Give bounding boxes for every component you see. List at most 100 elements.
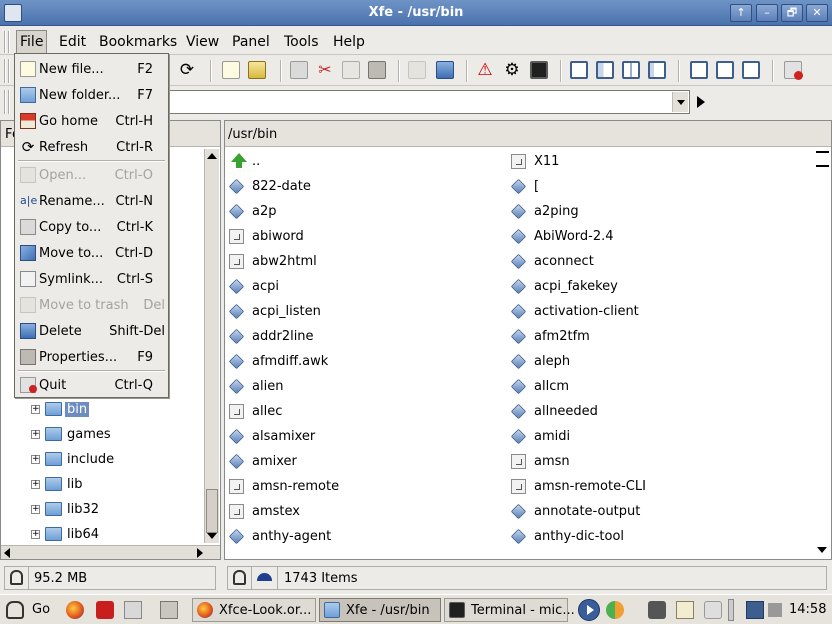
shade-button[interactable]: ↑ — [730, 4, 752, 22]
menu-view[interactable]: View — [186, 34, 219, 50]
menu-quit[interactable]: Quit Ctrl-Q — [17, 372, 167, 398]
menu-move-to-trash[interactable]: Move to trash Del — [17, 292, 167, 318]
menu-help[interactable]: Help — [333, 34, 365, 50]
executable-file-icon — [228, 428, 245, 445]
copy-toolbar-icon[interactable] — [290, 61, 308, 79]
trash-toolbar-icon[interactable] — [408, 61, 426, 79]
trash-icon — [20, 297, 36, 313]
close-button[interactable]: ✕ — [806, 4, 828, 22]
paste-toolbar-icon[interactable] — [342, 61, 360, 79]
firefox-launcher-icon[interactable] — [66, 601, 84, 619]
move-icon — [20, 245, 36, 261]
one-panel-toolbar-icon[interactable] — [570, 61, 588, 79]
expand-icon[interactable]: + — [31, 505, 40, 514]
location-dropdown-button[interactable] — [672, 92, 688, 112]
show-desktop-icon[interactable] — [160, 601, 178, 619]
executable-file-icon — [228, 453, 245, 470]
menu-symlink[interactable]: Symlink... Ctrl-S — [17, 266, 167, 292]
menu-go-home[interactable]: Go home Ctrl-H — [17, 108, 167, 134]
menu-delete[interactable]: Delete Shift-Del — [17, 318, 167, 344]
executable-file-icon — [510, 403, 527, 420]
printer-launcher-icon[interactable] — [124, 601, 142, 619]
task-xfe[interactable]: Xfe - /usr/bin — [319, 598, 441, 622]
terminal-toolbar-icon[interactable] — [530, 61, 548, 79]
battery-icon[interactable] — [768, 603, 782, 617]
mail-icon[interactable] — [704, 601, 722, 619]
executable-file-icon — [510, 378, 527, 395]
big-icons-toolbar-icon[interactable] — [690, 61, 708, 79]
toolbar-grip[interactable] — [4, 59, 10, 83]
taskbar: Go Xfce-Look.or... Xfe - /usr/bin Termin… — [0, 594, 832, 624]
menu-new-file[interactable]: New file... F2 — [17, 56, 167, 82]
penguin-icon — [10, 570, 23, 585]
menu-file[interactable]: File — [16, 30, 48, 54]
network-icon[interactable] — [746, 601, 764, 619]
two-panels-toolbar-icon[interactable] — [622, 61, 640, 79]
xfce-menu-icon[interactable] — [6, 601, 24, 619]
details-toolbar-icon[interactable] — [742, 61, 760, 79]
file-list-vertical-scrollbar[interactable] — [815, 149, 830, 559]
locationbar-grip[interactable] — [4, 90, 10, 114]
menu-bookmarks[interactable]: Bookmarks — [99, 34, 177, 50]
expand-icon[interactable]: + — [31, 480, 40, 489]
tree-scroll-thumb[interactable] — [206, 489, 218, 533]
menu-tools[interactable]: Tools — [284, 34, 319, 50]
menu-refresh[interactable]: ⟳ Refresh Ctrl-R — [17, 134, 167, 160]
acrobat-launcher-icon[interactable] — [96, 601, 114, 619]
messenger-icon[interactable] — [606, 601, 624, 619]
camera-icon[interactable] — [648, 601, 666, 619]
cut-toolbar-icon[interactable]: ✂ — [316, 61, 334, 79]
menu-move-to[interactable]: Move to... Ctrl-D — [17, 240, 167, 266]
file-name: afm2tfm — [534, 329, 590, 344]
tree-panel-toolbar-icon[interactable] — [596, 61, 614, 79]
small-icons-toolbar-icon[interactable] — [716, 61, 734, 79]
expand-icon[interactable]: + — [31, 455, 40, 464]
properties-toolbar-icon[interactable] — [368, 61, 386, 79]
menu-rename[interactable]: a|e Rename... Ctrl-N — [17, 188, 167, 214]
folder-icon — [324, 602, 340, 618]
file-name: acpi — [252, 279, 279, 294]
quit-toolbar-icon[interactable] — [784, 61, 803, 80]
menubar-grip[interactable] — [4, 31, 10, 53]
window-title: Xfe - /usr/bin — [368, 5, 464, 20]
menu-edit[interactable]: Edit — [59, 34, 86, 50]
new-file-toolbar-icon[interactable] — [222, 61, 240, 79]
file-list-panel: /usr/bin .. X11 822-date [a2p a2ping abiword A… — [224, 120, 832, 560]
volume-slider-icon[interactable] — [728, 599, 734, 621]
maximize-button[interactable]: 🗗 — [781, 4, 803, 22]
tree-two-panels-toolbar-icon[interactable] — [648, 61, 666, 79]
minimize-button[interactable]: – — [756, 4, 778, 22]
status-bar-right: 1743 Items — [227, 566, 827, 590]
file-name: aconnect — [534, 254, 594, 269]
location-input[interactable] — [160, 90, 690, 114]
delete-toolbar-icon[interactable] — [436, 61, 454, 79]
terminal-icon — [449, 602, 465, 618]
menu-new-folder[interactable]: New folder... F7 — [17, 82, 167, 108]
expand-icon[interactable]: + — [31, 530, 40, 539]
refresh-toolbar-icon[interactable]: ⟳ — [178, 61, 196, 79]
warning-toolbar-icon[interactable]: ⚠ — [476, 61, 494, 79]
menu-open[interactable]: Open... Ctrl-O — [17, 162, 167, 188]
expand-icon[interactable]: + — [31, 430, 40, 439]
tree-vertical-scrollbar[interactable] — [204, 149, 219, 543]
task-terminal[interactable]: Terminal - mic... — [444, 598, 575, 622]
settings-toolbar-icon[interactable]: ⚙ — [503, 61, 521, 79]
tree-horizontal-scrollbar[interactable] — [1, 545, 220, 559]
filter-icon[interactable] — [257, 573, 272, 581]
symlink-file-icon — [511, 454, 526, 469]
menu-copy-to[interactable]: Copy to... Ctrl-K — [17, 214, 167, 240]
menu-panel[interactable]: Panel — [232, 34, 270, 50]
clock[interactable]: 14:58 — [789, 602, 826, 617]
go-location-icon[interactable] — [697, 96, 705, 108]
menu-properties[interactable]: Properties... F9 — [17, 344, 167, 370]
media-play-icon[interactable] — [578, 599, 600, 621]
clipboard-icon[interactable] — [676, 601, 694, 619]
open-folder-toolbar-icon[interactable] — [248, 61, 266, 79]
expand-icon[interactable]: + — [31, 405, 40, 414]
go-button[interactable]: Go — [32, 602, 50, 617]
symlink-file-icon — [511, 479, 526, 494]
task-xfce-look[interactable]: Xfce-Look.or... — [192, 598, 316, 622]
free-space-text: 95.2 MB — [34, 571, 88, 586]
file-name: a2p — [252, 204, 277, 219]
file-name: alsamixer — [252, 429, 316, 444]
